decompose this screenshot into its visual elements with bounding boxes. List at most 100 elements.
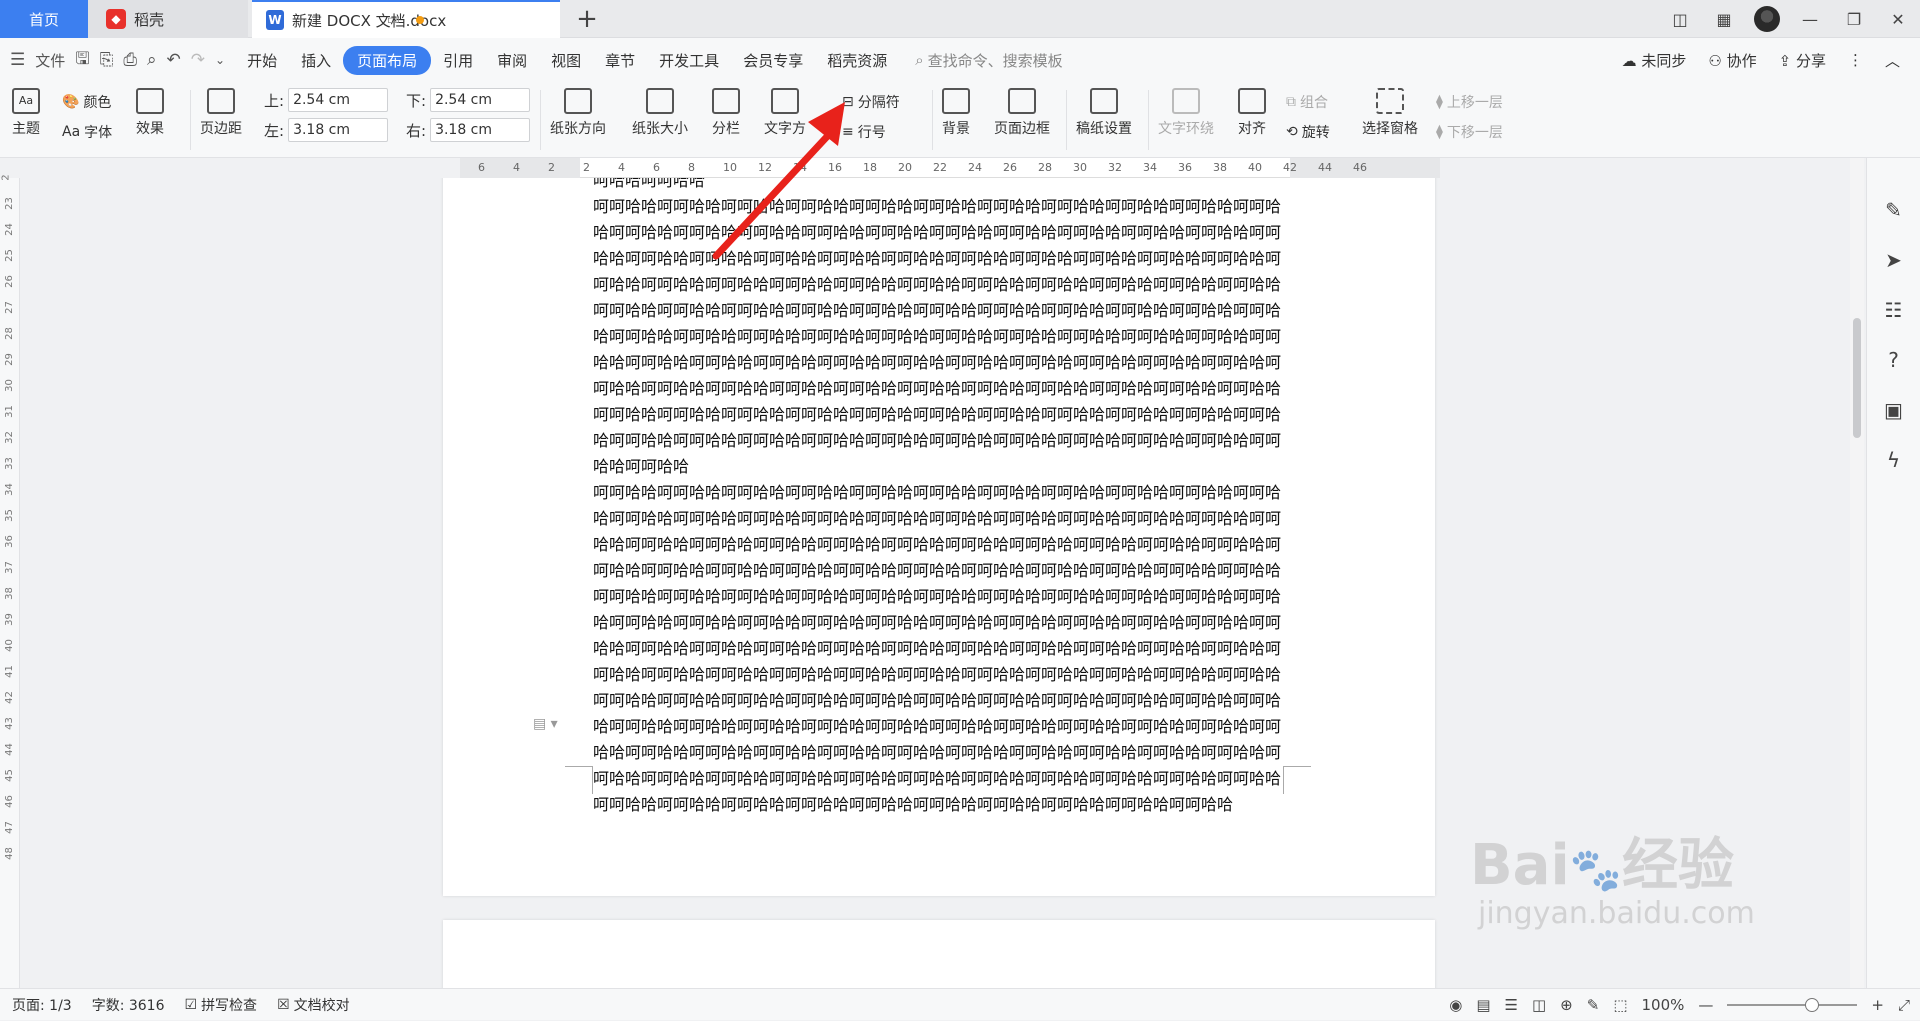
margin-right-input[interactable] bbox=[430, 118, 531, 142]
margin-right-field: 右: bbox=[406, 118, 531, 142]
file-menu[interactable]: 文件 bbox=[35, 50, 65, 71]
margin-top-field: 上: bbox=[264, 88, 389, 112]
export-icon[interactable]: ⎘ bbox=[100, 50, 114, 70]
theme-button[interactable]: Aa 主题 bbox=[12, 88, 40, 138]
select-pane-button[interactable]: 选择窗格 bbox=[1362, 88, 1418, 138]
outline-view-icon[interactable]: ☰ bbox=[1505, 996, 1518, 1014]
sync-button[interactable]: ☁ 未同步 bbox=[1622, 50, 1687, 71]
orientation-icon bbox=[564, 88, 592, 114]
apps-grid-icon[interactable]: ▦ bbox=[1702, 10, 1746, 29]
tab-home[interactable]: 首页 bbox=[0, 0, 88, 38]
close-icon[interactable]: ✕ bbox=[1876, 10, 1920, 29]
customize-chevron-down-icon[interactable]: ⌄ bbox=[215, 53, 225, 67]
menu-tab-insert[interactable]: 插入 bbox=[289, 50, 343, 71]
bring-forward-button[interactable]: ⧫ 上移一层 bbox=[1436, 92, 1503, 112]
hamburger-menu-icon[interactable]: ☰ bbox=[10, 50, 25, 70]
print-icon[interactable]: ⎙ bbox=[123, 50, 137, 70]
avatar[interactable] bbox=[1754, 6, 1780, 32]
proofread-button[interactable]: ☒ 文档校对 bbox=[277, 995, 350, 1015]
margin-bottom-input[interactable] bbox=[430, 88, 531, 112]
page-break-icon: ⊟ bbox=[842, 94, 854, 110]
undo-icon[interactable]: ↶ bbox=[167, 50, 181, 70]
separator-button[interactable]: ⊟ 分隔符 bbox=[842, 92, 900, 112]
menu-tab-review[interactable]: 审阅 bbox=[485, 50, 539, 71]
zoom-slider-knob[interactable] bbox=[1805, 998, 1820, 1012]
share-button[interactable]: ⇪ 分享 bbox=[1779, 50, 1826, 71]
pointer-icon[interactable]: ➤ bbox=[1885, 248, 1902, 272]
menu-tab-references[interactable]: 引用 bbox=[431, 50, 485, 71]
fit-page-icon[interactable]: ⬚ bbox=[1613, 996, 1627, 1014]
margins-button[interactable]: 页边距 bbox=[200, 88, 242, 138]
save-icon[interactable]: 🖫 bbox=[75, 46, 89, 75]
collab-button[interactable]: ⚇ 协作 bbox=[1708, 50, 1756, 71]
zoom-out-icon[interactable]: — bbox=[1698, 996, 1713, 1014]
document-page-2[interactable] bbox=[443, 920, 1435, 988]
background-button[interactable]: 背景 bbox=[942, 88, 970, 138]
menu-tab-start[interactable]: 开始 bbox=[235, 50, 289, 71]
write-view-icon[interactable]: ✎ bbox=[1587, 996, 1600, 1014]
scrollbar-thumb[interactable] bbox=[1853, 318, 1861, 438]
zoom-in-icon[interactable]: + bbox=[1871, 996, 1884, 1014]
vertical-ruler[interactable]: 2 23 24 25 26 27 28 29 30 31 32 33 34 35 36 37 38 39 40 41 4… bbox=[0, 174, 20, 988]
minimize-icon[interactable]: — bbox=[1788, 10, 1832, 29]
spell-check-button[interactable]: ☑ 拼写检查 bbox=[185, 995, 258, 1015]
pen-icon[interactable]: ✎ bbox=[1885, 198, 1902, 222]
send-backward-button[interactable]: ⧫ 下移一层 bbox=[1436, 122, 1503, 142]
effect-button[interactable]: 效果 bbox=[136, 88, 164, 138]
command-search[interactable]: ⌕ 查找命令、搜索模板 bbox=[915, 50, 1062, 71]
menu-tab-chapter[interactable]: 章节 bbox=[593, 50, 647, 71]
help-icon[interactable]: ? bbox=[1888, 348, 1899, 372]
group-button[interactable]: ⧉ 组合 bbox=[1286, 92, 1328, 112]
layout-icon[interactable]: ◫ bbox=[1658, 10, 1702, 29]
collapse-ribbon-icon[interactable]: ︿ bbox=[1885, 50, 1900, 71]
text-wrap-button[interactable]: 文字环绕 bbox=[1158, 88, 1214, 138]
page-indicator[interactable]: 页面: 1/3 bbox=[12, 995, 72, 1015]
paper-size-icon bbox=[646, 88, 674, 114]
sliders-icon[interactable]: ☷ bbox=[1885, 298, 1903, 322]
tab-document[interactable]: W 新建 DOCX 文档.docx ▭ bbox=[252, 0, 560, 38]
redo-icon[interactable]: ↷ bbox=[191, 50, 205, 70]
grid-paper-button[interactable]: 稿纸设置 bbox=[1076, 88, 1132, 138]
tab-daoke[interactable]: ◆ 稻壳 bbox=[88, 0, 248, 38]
rotate-button[interactable]: ⟲ 旋转 bbox=[1286, 122, 1330, 142]
paper-size-button[interactable]: 纸张大小 bbox=[632, 88, 688, 138]
new-tab-button[interactable]: + bbox=[570, 0, 604, 38]
print-preview-icon[interactable]: ⌕ bbox=[147, 50, 157, 70]
paragraph-menu-icon[interactable]: ▤ ▾ bbox=[533, 716, 558, 732]
page-view-icon[interactable]: ▤ bbox=[1476, 996, 1490, 1014]
document-body[interactable]: 呵哈哈呵呵哈哈 呵呵哈哈呵呵哈哈呵呵哈哈呵呵哈哈呵呵哈哈呵呵哈哈呵呵哈哈呵呵哈哈… bbox=[593, 178, 1293, 818]
text-direction-button[interactable]: 文字方 bbox=[764, 88, 806, 138]
font-button[interactable]: Aa 字体 bbox=[62, 122, 112, 142]
lightning-icon[interactable]: ϟ bbox=[1887, 448, 1900, 472]
zoom-level[interactable]: 100% bbox=[1642, 996, 1685, 1014]
columns-button[interactable]: 分栏 bbox=[712, 88, 740, 138]
margin-left-input[interactable] bbox=[288, 118, 389, 142]
monitor-icon[interactable]: ▭ bbox=[387, 12, 400, 28]
page-border-button[interactable]: 页面边框 bbox=[994, 88, 1050, 138]
menu-tab-member[interactable]: 会员专享 bbox=[731, 50, 815, 71]
eye-protection-icon[interactable]: ◉ bbox=[1449, 996, 1462, 1014]
columns-label: 分栏 bbox=[712, 121, 740, 137]
quick-access: ☰ 文件 🖫 ⎘ ⎙ ⌕ ↶ ↷ ⌄ bbox=[0, 46, 235, 75]
color-button[interactable]: 🎨 颜色 bbox=[62, 92, 111, 112]
menu-tab-page-layout[interactable]: 页面布局 bbox=[343, 45, 432, 75]
web-view-icon[interactable]: ⊕ bbox=[1560, 996, 1573, 1014]
word-count[interactable]: 字数: 3616 bbox=[92, 995, 165, 1015]
more-vertical-icon[interactable]: ⋮ bbox=[1848, 51, 1863, 69]
menu-tab-daoke-resources[interactable]: 稻壳资源 bbox=[815, 50, 899, 71]
reading-view-icon[interactable]: ◫ bbox=[1532, 996, 1546, 1014]
zoom-slider[interactable] bbox=[1727, 998, 1858, 1012]
horizontal-ruler[interactable]: 6 4 2 2 4 6 8 10 12 14 16 18 20 22 24 26 28 30 32 34 36 38 40 4… bbox=[460, 158, 1440, 178]
expand-icon[interactable]: ⤢ bbox=[1898, 996, 1910, 1014]
align-button[interactable]: 对齐 bbox=[1238, 88, 1266, 138]
color-label: 颜色 bbox=[83, 95, 112, 111]
image-settings-icon[interactable]: ▣ bbox=[1884, 398, 1903, 422]
menu-tab-developer[interactable]: 开发工具 bbox=[647, 50, 731, 71]
line-number-button[interactable]: ≡ 行号 bbox=[842, 122, 886, 142]
margin-top-input[interactable] bbox=[288, 88, 389, 112]
document-page[interactable]: 呵哈哈呵呵哈哈 呵呵哈哈呵呵哈哈呵呵哈哈呵呵哈哈呵呵哈哈呵呵哈哈呵呵哈哈呵呵哈哈… bbox=[443, 178, 1435, 896]
vertical-scrollbar[interactable] bbox=[1850, 158, 1864, 988]
menu-tab-view[interactable]: 视图 bbox=[539, 50, 593, 71]
orientation-button[interactable]: 纸张方向 bbox=[550, 88, 606, 138]
restore-icon[interactable]: ❐ bbox=[1832, 10, 1876, 29]
